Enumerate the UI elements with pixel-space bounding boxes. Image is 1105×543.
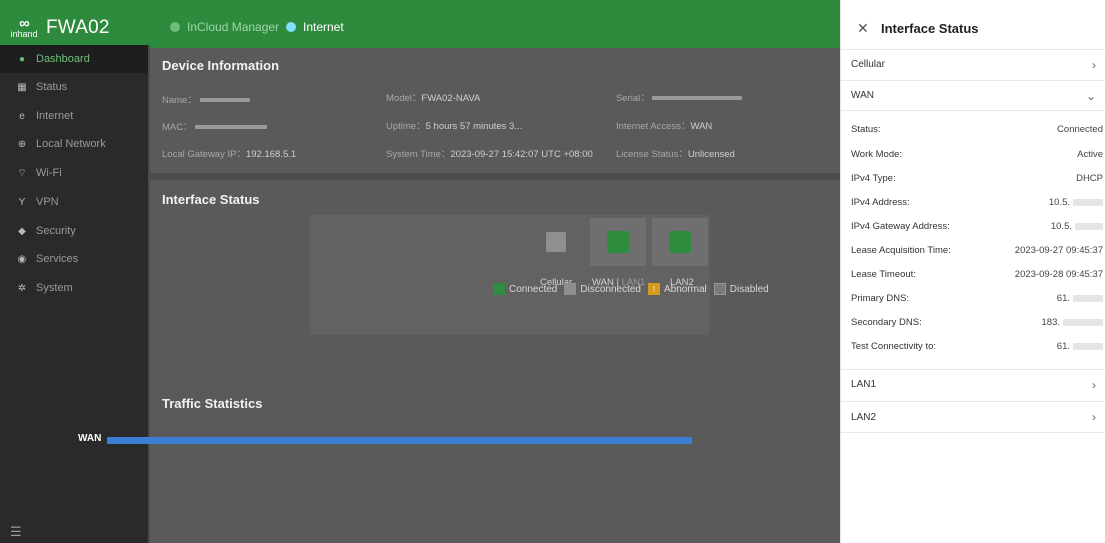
wan-row: Primary DNS: 61. xyxy=(851,289,1103,307)
name-field: Name： xyxy=(162,92,250,106)
wan-port[interactable] xyxy=(590,218,646,266)
model-field: Model：FWA02-NAVA xyxy=(386,93,481,104)
wan-row: Status: Connected xyxy=(851,123,1103,135)
close-icon[interactable]: ✕ xyxy=(857,20,869,37)
wan-traffic-bar xyxy=(107,437,692,444)
sidebar-item-label: Security xyxy=(36,225,76,237)
sidebar-item-label: VPN xyxy=(36,196,59,208)
chevron-right-icon: › xyxy=(1092,57,1096,72)
sidebar-item-vpn[interactable]: Y VPN xyxy=(0,188,148,216)
status-icon: ▦ xyxy=(17,81,27,93)
license-field: License Status：Unlicensed xyxy=(616,149,735,160)
device-information-card: Device Information Name： Model：FWA02-NAV… xyxy=(150,45,840,173)
sidebar: ● Dashboard ▦ Status e Internet ⊕ Local … xyxy=(0,45,148,543)
ethernet-port-icon xyxy=(607,231,629,253)
sidebar-item-security[interactable]: ◆ Security xyxy=(0,217,148,245)
legend-label: Disabled xyxy=(729,283,769,295)
cellular-port[interactable] xyxy=(528,218,584,266)
section-lan1[interactable]: LAN1 › xyxy=(841,369,1105,399)
nav-internet[interactable]: Internet xyxy=(286,18,344,36)
cloud-icon xyxy=(170,22,180,32)
traffic-series-label: WAN xyxy=(78,433,102,444)
legend-swatch-disconnected xyxy=(564,283,577,295)
gear-icon: ✲ xyxy=(17,282,27,294)
dashboard-icon: ● xyxy=(18,53,26,65)
vpn-icon: Y xyxy=(18,196,26,208)
wan-row: Lease Acquisition Time: 2023-09-27 09:45:… xyxy=(851,244,1103,256)
internet-icon: e xyxy=(19,110,25,122)
nav-incloud-manager[interactable]: InCloud Manager xyxy=(170,18,279,36)
wan-row: Work Mode: Active xyxy=(851,148,1103,160)
section-label: LAN2 xyxy=(851,411,877,423)
sidebar-item-system[interactable]: ✲ System xyxy=(0,274,148,302)
card-title: Device Information xyxy=(162,58,280,73)
section-wan[interactable]: WAN ⌄ xyxy=(841,80,1105,110)
wan-row: IPv4 Address: 10.5. xyxy=(851,193,1103,211)
globe-icon xyxy=(286,22,296,32)
sidebar-item-services[interactable]: ◉ Services xyxy=(0,245,148,273)
legend-label: Disconnected xyxy=(580,283,641,295)
sidebar-item-label: System xyxy=(36,282,73,294)
sidebar-item-label: Local Network xyxy=(36,138,106,150)
legend-swatch-connected xyxy=(493,283,505,295)
sidebar-item-label: Dashboard xyxy=(36,53,90,65)
status-legend: Connected Disconnected ! Abnormal Disabl… xyxy=(493,283,769,295)
sidebar-item-dashboard[interactable]: ● Dashboard xyxy=(0,45,148,73)
section-label: Cellular xyxy=(851,59,885,70)
nav-label: InCloud Manager xyxy=(187,20,280,34)
system-time-field: System Time：2023-09-27 15:42:07 UTC +08:… xyxy=(386,149,593,160)
cellular-port-icon xyxy=(546,232,566,252)
collapse-menu-icon[interactable]: ☰ xyxy=(10,524,22,540)
wifi-icon: ⌔ xyxy=(17,167,27,179)
services-icon: ◉ xyxy=(17,253,27,265)
mac-field: MAC： xyxy=(162,119,268,133)
card-title: Interface Status xyxy=(162,192,260,207)
wan-row: Lease Timeout: 2023-09-28 09:45:37 xyxy=(851,268,1103,280)
lan2-port[interactable] xyxy=(652,218,708,266)
serial-field: Serial： xyxy=(616,90,743,104)
sidebar-item-wifi[interactable]: ⌔ Wi-Fi xyxy=(0,159,148,187)
traffic-statistics-card: Traffic Statistics xyxy=(150,380,840,543)
inhand-logo: ∞ inhand xyxy=(10,14,38,39)
section-cellular[interactable]: Cellular › xyxy=(841,49,1105,79)
product-name: FWA02 xyxy=(46,16,110,38)
section-label: WAN xyxy=(851,90,874,101)
warning-icon: ! xyxy=(647,283,660,295)
sidebar-item-label: Wi-Fi xyxy=(36,167,62,179)
chevron-down-icon: ⌄ xyxy=(1085,88,1096,103)
interface-diagram xyxy=(310,215,710,335)
section-label: LAN1 xyxy=(851,379,877,390)
nav-label: Internet xyxy=(303,20,344,34)
sidebar-item-label: Status xyxy=(36,81,68,93)
section-lan2[interactable]: LAN2 › xyxy=(841,401,1105,433)
chevron-right-icon: › xyxy=(1092,377,1096,392)
wan-row: Test Connectivity to: 61. xyxy=(851,337,1103,355)
uptime-field: Uptime：5 hours 57 minutes 3... xyxy=(386,121,523,132)
sidebar-item-label: Services xyxy=(36,253,79,265)
ethernet-port-icon xyxy=(669,231,691,253)
shield-icon: ◆ xyxy=(18,225,26,237)
legend-label: Connected xyxy=(509,283,558,295)
chevron-right-icon: › xyxy=(1092,410,1096,424)
drawer-title: Interface Status xyxy=(881,21,979,36)
sidebar-item-label: Internet xyxy=(36,110,74,122)
legend-label: Abnormal xyxy=(663,283,707,295)
local-network-icon: ⊕ xyxy=(17,138,27,150)
interface-status-card: Interface Status Cellular WAN | LAN1 LAN… xyxy=(150,180,840,380)
sidebar-item-local-network[interactable]: ⊕ Local Network xyxy=(0,130,148,158)
card-title: Traffic Statistics xyxy=(162,396,263,411)
sidebar-item-internet[interactable]: e Internet xyxy=(0,102,148,130)
wan-row: IPv4 Gateway Address: 10.5. xyxy=(851,217,1103,235)
wan-details: Status: Connected Work Mode: Active IPv4 T… xyxy=(841,110,1105,368)
sidebar-item-status[interactable]: ▦ Status xyxy=(0,73,148,101)
wan-row: Secondary DNS: 183. xyxy=(851,313,1103,331)
internet-access-field: Internet Access：WAN xyxy=(616,121,713,132)
legend-swatch-disabled xyxy=(713,283,726,295)
wan-row: IPv4 Type: DHCP xyxy=(851,172,1103,184)
interface-status-drawer: ✕ Interface Status Cellular › WAN ⌄ Stat… xyxy=(840,0,1105,543)
gateway-field: Local Gateway IP：192.168.5.1 xyxy=(162,149,297,160)
